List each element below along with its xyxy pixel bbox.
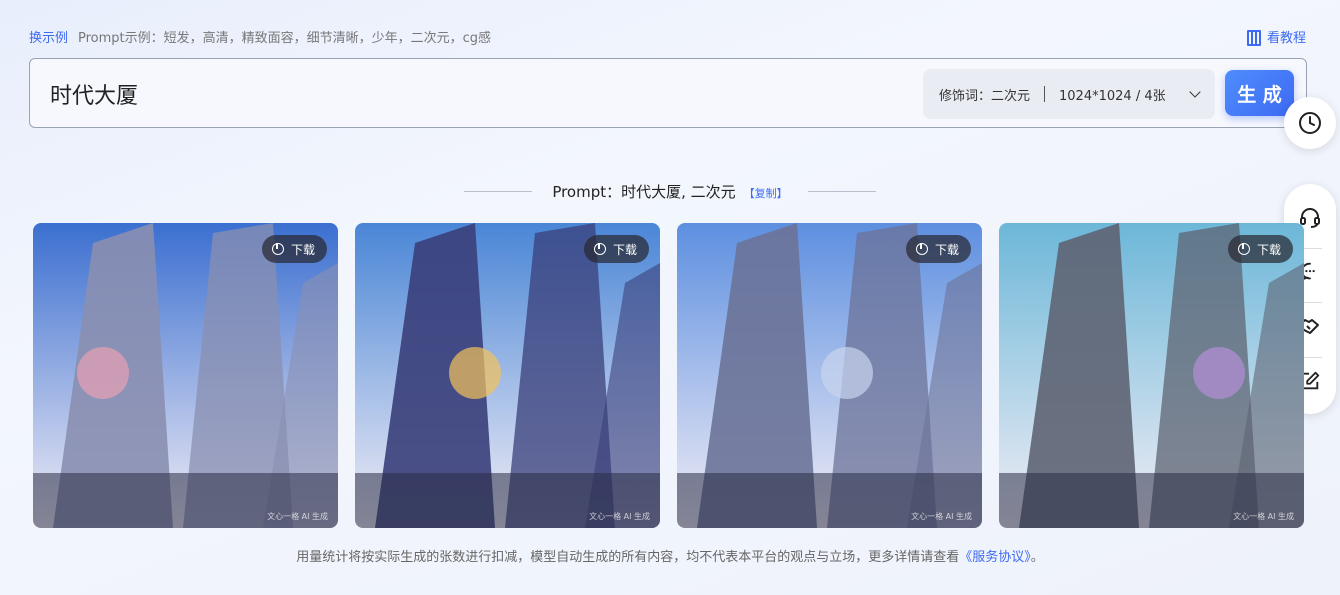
- prompt-box: 修饰词：二次元 1024*1024 / 4张 生 成: [29, 58, 1307, 128]
- download-label: 下载: [290, 242, 315, 257]
- prompt-input[interactable]: [50, 77, 650, 111]
- download-icon: [1237, 243, 1250, 255]
- generated-image: [355, 223, 660, 528]
- copy-link[interactable]: 【复制】: [744, 187, 788, 200]
- download-button[interactable]: 下载: [1227, 235, 1293, 263]
- watermark: 文心一格 AI 生成: [1233, 512, 1294, 521]
- download-icon: [593, 243, 606, 255]
- generated-image: [677, 223, 982, 528]
- watermark: 文心一格 AI 生成: [911, 512, 972, 521]
- generate-button[interactable]: 生 成: [1225, 70, 1294, 116]
- swap-example-link[interactable]: 换示例: [29, 27, 68, 46]
- tutorial-label: 看教程: [1266, 30, 1306, 46]
- prompt-caption: Prompt：时代大厦, 二次元 【复制】: [0, 180, 1340, 202]
- divider-left: [464, 190, 533, 192]
- divider: [1044, 86, 1046, 102]
- image-gallery: 下载 文心一格 AI 生成 下载 文心一格 AI 生成 下载 文心一格 AI 生成 下载 文心…: [33, 223, 1304, 528]
- generated-image-card[interactable]: 下载文心一格 AI 生成: [677, 223, 982, 528]
- download-label: 下载: [1256, 242, 1281, 257]
- modifier-select[interactable]: 修饰词：二次元 1024*1024 / 4张: [923, 69, 1215, 119]
- generated-image-card[interactable]: 下载文心一格 AI 生成: [355, 223, 660, 528]
- book-icon: [1246, 30, 1261, 46]
- generated-image: [999, 223, 1304, 528]
- footer-notice: 用量统计将按实际生成的张数进行扣减，模型自动生成的所有内容，均不代表本平台的观点…: [0, 546, 1340, 565]
- watermark: 文心一格 AI 生成: [589, 512, 650, 521]
- divider-right: [807, 190, 876, 192]
- watermark: 文心一格 AI 生成: [267, 512, 328, 521]
- download-label: 下载: [612, 242, 637, 257]
- download-label: 下载: [934, 242, 959, 257]
- generated-image-card[interactable]: 下载文心一格 AI 生成: [999, 223, 1304, 528]
- modifier-label: 修饰词：二次元: [939, 88, 1031, 104]
- prompt-examples-text: Prompt示例：短发，高清，精致面容，细节清晰，少年，二次元，cg感: [78, 30, 492, 46]
- history-button[interactable]: [1284, 97, 1336, 149]
- top-bar: 换示例 Prompt示例：短发，高清，精致面容，细节清晰，少年，二次元，cg感 …: [29, 26, 1306, 46]
- download-button[interactable]: 下载: [905, 235, 971, 263]
- generated-image: [33, 223, 338, 528]
- download-icon: [915, 243, 928, 255]
- prompt-caption-text: Prompt：时代大厦, 二次元 【复制】: [552, 181, 787, 202]
- chevron-down-icon: [1189, 85, 1201, 98]
- generated-image-card[interactable]: 下载文心一格 AI 生成: [33, 223, 338, 528]
- download-icon: [271, 243, 284, 255]
- size-label: 1024*1024 / 4张: [1059, 88, 1166, 104]
- clock-icon: [1299, 112, 1321, 134]
- download-button[interactable]: 下载: [261, 235, 327, 263]
- tutorial-link[interactable]: 看教程: [1246, 27, 1306, 46]
- service-agreement-link[interactable]: 《服务协议》: [959, 550, 1031, 565]
- footer-text: 用量统计将按实际生成的张数进行扣减，模型自动生成的所有内容，均不代表本平台的观点…: [296, 550, 960, 565]
- prompt-text: Prompt：时代大厦, 二次元: [552, 182, 736, 201]
- footer-end: 。: [1030, 550, 1044, 565]
- download-button[interactable]: 下载: [583, 235, 649, 263]
